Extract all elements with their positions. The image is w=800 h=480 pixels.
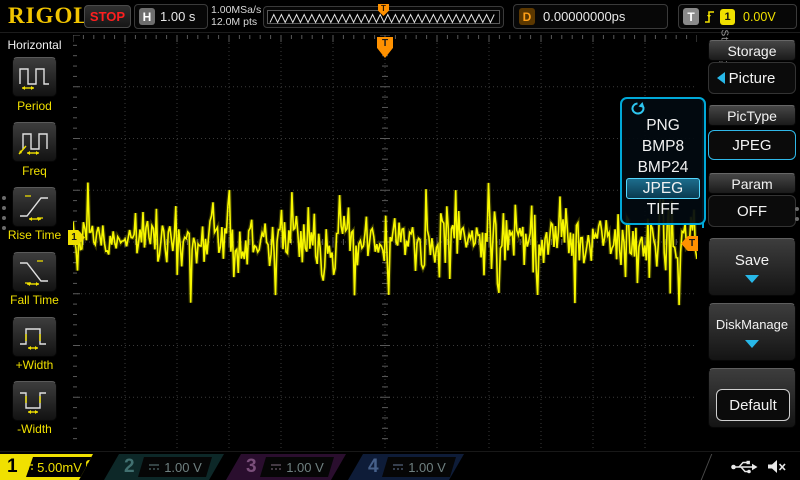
rigol-logo: RIGOL (8, 3, 90, 29)
statusbar-icons (730, 458, 788, 475)
rise-time-icon (17, 192, 53, 222)
sample-rate: 1.00MSa/s (211, 4, 261, 16)
dc-coupling-icon (392, 463, 404, 472)
trigger-box: T 1 0.00V (678, 4, 797, 29)
popup-item-list: PNG BMP8 BMP24 JPEG TIFF (622, 115, 704, 220)
default-inner-button: Default (716, 389, 790, 421)
channel1-status[interactable]: 1 5.00mV B (0, 454, 100, 480)
channel3-status[interactable]: 3 1.00 V (226, 454, 346, 480)
popup-item-bmp8[interactable]: BMP8 (626, 136, 700, 157)
channel2-scale: 1.00 V (164, 460, 202, 475)
usb-device-icon (730, 458, 760, 475)
delay-badge: D (519, 8, 535, 25)
dc-coupling-icon (148, 463, 160, 472)
run-state-indicator: STOP (84, 5, 131, 28)
param-section-header: Param (708, 173, 796, 194)
diskmanage-button[interactable]: DiskManage (708, 303, 796, 361)
measure-period-label: Period (0, 99, 69, 113)
waveform-preview-strip: T (263, 6, 504, 28)
speaker-muted-icon (766, 458, 788, 475)
channel3-scale-box: 1.00 V (260, 457, 334, 477)
param-value: OFF (737, 203, 767, 220)
measure-period-button[interactable] (12, 57, 57, 97)
graticule-grid-and-waveform (73, 35, 697, 449)
measure-pwidth-label: +Width (0, 358, 69, 372)
channel4-status[interactable]: 4 1.00 V (348, 454, 464, 480)
default-button[interactable]: Default (708, 368, 796, 428)
channel2-number: 2 (124, 455, 135, 479)
measure-risetime-label: Rise Time (0, 228, 69, 242)
period-icon (17, 62, 53, 92)
pictype-popup-menu: PNG BMP8 BMP24 JPEG TIFF (620, 97, 706, 225)
popup-item-png[interactable]: PNG (626, 115, 700, 136)
dc-coupling-icon (26, 463, 33, 472)
graticule-area: T 1 T (73, 35, 697, 449)
channel4-number: 4 (368, 455, 379, 479)
measure-freq-button[interactable] (12, 122, 57, 162)
popup-item-tiff[interactable]: TIFF (626, 199, 700, 220)
right-softkey-menu: Storage Storage Picture PicType JPEG Par… (703, 33, 800, 452)
acquisition-info: 1.00MSa/s 12.0M pts (211, 4, 261, 28)
top-status-bar: RIGOL STOP H 1.00 s 1.00MSa/s 12.0M pts … (0, 0, 800, 33)
pictype-section-header: PicType (708, 105, 796, 126)
measure-freq-label: Freq (0, 164, 69, 178)
measure-nwidth-button[interactable] (12, 381, 57, 421)
measure-menu-title: Horizontal (0, 38, 69, 52)
channel4-scale-box: 1.00 V (382, 457, 456, 477)
diskmanage-label: DiskManage (709, 317, 795, 332)
pictype-value-button[interactable]: JPEG (708, 130, 796, 160)
menu-page-dots (795, 207, 799, 221)
measure-risetime-button[interactable] (12, 187, 57, 227)
pictype-value: JPEG (732, 137, 771, 154)
param-value-button[interactable]: OFF (708, 195, 796, 227)
channel-status-bar: 1 5.00mV B 2 1.00 V 3 (0, 451, 800, 480)
trigger-badge: T (683, 8, 699, 25)
channel2-status[interactable]: 2 1.00 V (104, 454, 224, 480)
measure-falltime-button[interactable] (12, 252, 57, 292)
rising-edge-icon (703, 9, 716, 25)
storage-section-header: Storage (708, 40, 796, 61)
freq-icon (17, 127, 53, 157)
menu-scroll-dots (2, 196, 6, 230)
oscilloscope-screen: RIGOL STOP H 1.00 s 1.00MSa/s 12.0M pts … (0, 0, 800, 480)
trigger-level-value: 0.00V (743, 10, 776, 24)
save-label: Save (709, 252, 795, 269)
horizontal-timebase-box: H 1.00 s (134, 4, 208, 29)
save-button[interactable]: Save (708, 238, 796, 296)
statusbar-divider (701, 454, 724, 480)
memory-depth: 12.0M pts (211, 16, 261, 28)
timebase-value: 1.00 s (160, 9, 195, 24)
dc-coupling-icon (270, 463, 282, 472)
left-triangle-icon (717, 72, 725, 84)
chevron-down-icon (745, 340, 759, 348)
chevron-down-icon (745, 275, 759, 283)
channel2-scale-box: 1.00 V (138, 457, 212, 477)
channel1-scale: 5.00mV (37, 460, 82, 475)
bandwidth-limit-badge: B (86, 460, 93, 474)
delay-value: 0.00000000ps (543, 9, 625, 24)
measure-falltime-label: Fall Time (0, 293, 69, 307)
channel4-scale: 1.00 V (408, 460, 446, 475)
popup-item-bmp24[interactable]: BMP24 (626, 157, 700, 178)
left-measure-menu: Horizontal Period Freq (0, 33, 69, 451)
measure-nwidth-label: -Width (0, 422, 69, 436)
storage-type-button[interactable]: Picture (708, 62, 796, 94)
channel1-number: 1 (7, 455, 18, 479)
measure-pwidth-button[interactable] (12, 317, 57, 357)
channel3-number: 3 (246, 455, 257, 479)
plus-width-icon (17, 322, 53, 352)
delay-box: D 0.00000000ps (513, 4, 668, 29)
channel3-scale: 1.00 V (286, 460, 324, 475)
popup-item-jpeg[interactable]: JPEG (626, 178, 700, 199)
minus-width-icon (17, 386, 53, 416)
storage-type-value: Picture (729, 70, 776, 87)
channel1-scale-box: 5.00mV B (26, 457, 93, 477)
h-badge: H (139, 8, 155, 25)
fall-time-icon (17, 257, 53, 287)
